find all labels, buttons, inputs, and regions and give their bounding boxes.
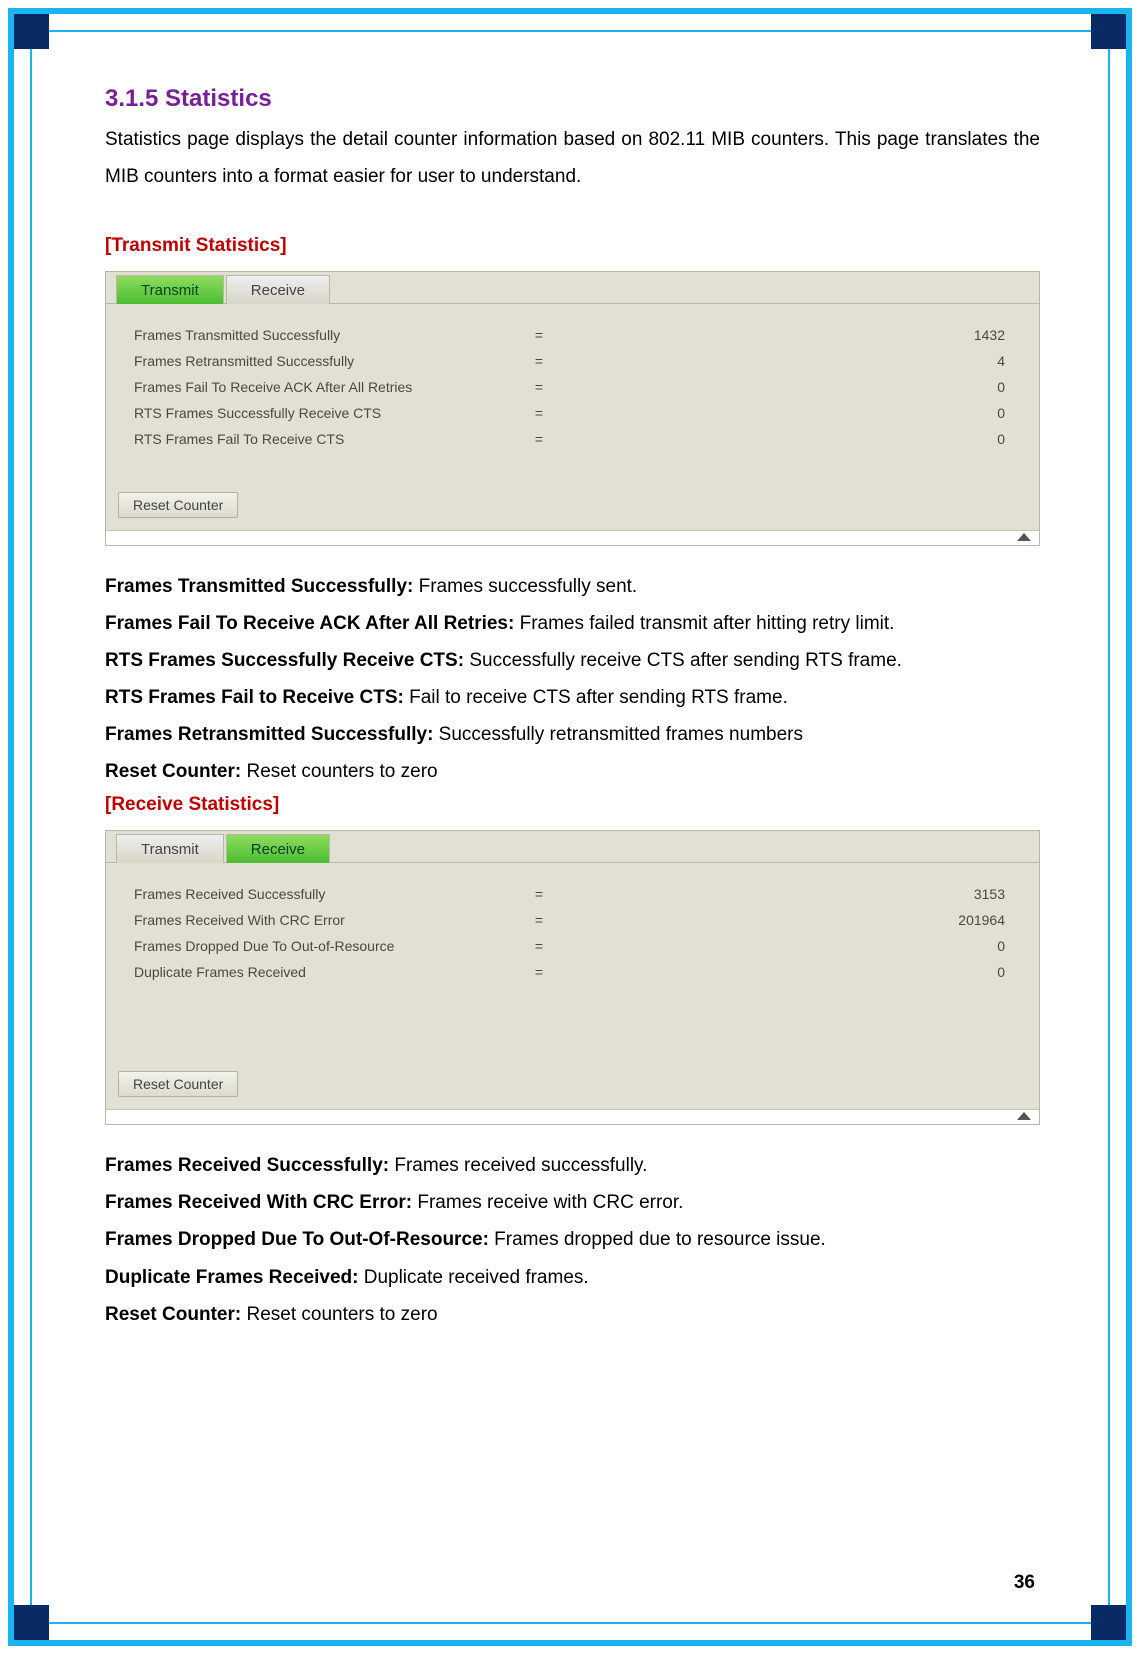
panel-footer	[106, 1109, 1039, 1124]
tab-receive[interactable]: Receive	[226, 275, 330, 304]
equals-sign: =	[524, 327, 554, 343]
receive-section-label: [Receive Statistics]	[105, 794, 1040, 816]
stat-value: 0	[554, 964, 1011, 980]
description-line: RTS Frames Fail to Receive CTS: Fail to …	[105, 679, 1040, 716]
description-term: Reset Counter:	[105, 1304, 241, 1325]
corner-decor	[1091, 1605, 1126, 1640]
stat-row: Frames Retransmitted Successfully=4	[134, 348, 1011, 374]
description-text: Frames received successfully.	[389, 1155, 647, 1176]
stat-label: Frames Received With CRC Error	[134, 912, 524, 928]
stats-tabs: Transmit Receive	[106, 831, 1039, 863]
stat-value: 3153	[554, 886, 1011, 902]
tab-transmit[interactable]: Transmit	[116, 275, 224, 304]
description-line: Reset Counter: Reset counters to zero	[105, 1296, 1040, 1333]
section-heading: 3.1.5 Statistics	[105, 85, 1040, 113]
description-term: Frames Received With CRC Error:	[105, 1192, 412, 1213]
description-line: Frames Received With CRC Error: Frames r…	[105, 1184, 1040, 1221]
stats-tabs: Transmit Receive	[106, 272, 1039, 304]
stat-row: Frames Transmitted Successfully=1432	[134, 322, 1011, 348]
stat-label: RTS Frames Fail To Receive CTS	[134, 431, 524, 447]
description-term: Frames Dropped Due To Out-Of-Resource:	[105, 1229, 489, 1250]
description-text: Frames dropped due to resource issue.	[489, 1229, 826, 1250]
stat-value: 0	[554, 379, 1011, 395]
tab-receive[interactable]: Receive	[226, 834, 330, 863]
receive-stats-body: Frames Received Successfully=3153Frames …	[106, 863, 1039, 1071]
stat-row: Duplicate Frames Received=0	[134, 959, 1011, 985]
description-line: Frames Received Successfully: Frames rec…	[105, 1147, 1040, 1184]
description-text: Successfully receive CTS after sending R…	[464, 650, 902, 671]
stat-row: RTS Frames Fail To Receive CTS=0	[134, 426, 1011, 452]
description-text: Reset counters to zero	[241, 761, 437, 782]
tab-transmit[interactable]: Transmit	[116, 834, 224, 863]
transmit-stats-body: Frames Transmitted Successfully=1432Fram…	[106, 304, 1039, 492]
description-text: Duplicate received frames.	[358, 1267, 588, 1288]
description-term: Reset Counter:	[105, 761, 241, 782]
corner-decor	[14, 1605, 49, 1640]
description-text: Frames failed transmit after hitting ret…	[514, 613, 894, 634]
description-line: Frames Transmitted Successfully: Frames …	[105, 568, 1040, 605]
stat-label: Frames Dropped Due To Out-of-Resource	[134, 938, 524, 954]
description-term: Frames Fail To Receive ACK After All Ret…	[105, 613, 514, 634]
stat-value: 4	[554, 353, 1011, 369]
equals-sign: =	[524, 912, 554, 928]
stat-value: 0	[554, 405, 1011, 421]
description-line: Reset Counter: Reset counters to zero	[105, 753, 1040, 790]
equals-sign: =	[524, 353, 554, 369]
stat-label: Frames Transmitted Successfully	[134, 327, 524, 343]
receive-descriptions: Frames Received Successfully: Frames rec…	[105, 1147, 1040, 1332]
description-text: Frames receive with CRC error.	[412, 1192, 683, 1213]
description-line: Frames Fail To Receive ACK After All Ret…	[105, 605, 1040, 642]
description-term: Frames Retransmitted Successfully:	[105, 724, 433, 745]
transmit-section-label: [Transmit Statistics]	[105, 235, 1040, 257]
transmit-descriptions: Frames Transmitted Successfully: Frames …	[105, 568, 1040, 790]
transmit-stats-panel: Transmit Receive Frames Transmitted Succ…	[105, 271, 1040, 546]
reset-counter-button[interactable]: Reset Counter	[118, 1071, 238, 1097]
equals-sign: =	[524, 431, 554, 447]
stat-row: Frames Received Successfully=3153	[134, 881, 1011, 907]
collapse-icon[interactable]	[1017, 533, 1031, 541]
stat-row: Frames Received With CRC Error=201964	[134, 907, 1011, 933]
description-text: Frames successfully sent.	[413, 576, 637, 597]
description-term: Frames Transmitted Successfully:	[105, 576, 413, 597]
equals-sign: =	[524, 379, 554, 395]
stat-row: RTS Frames Successfully Receive CTS=0	[134, 400, 1011, 426]
description-term: RTS Frames Successfully Receive CTS:	[105, 650, 464, 671]
stat-value: 1432	[554, 327, 1011, 343]
stat-row: Frames Fail To Receive ACK After All Ret…	[134, 374, 1011, 400]
stat-row: Frames Dropped Due To Out-of-Resource=0	[134, 933, 1011, 959]
description-term: Frames Received Successfully:	[105, 1155, 389, 1176]
stat-value: 0	[554, 431, 1011, 447]
description-line: Duplicate Frames Received: Duplicate rec…	[105, 1259, 1040, 1296]
intro-paragraph: Statistics page displays the detail coun…	[105, 121, 1040, 195]
receive-stats-panel: Transmit Receive Frames Received Success…	[105, 830, 1040, 1125]
stat-label: Frames Received Successfully	[134, 886, 524, 902]
panel-footer	[106, 530, 1039, 545]
stat-label: Duplicate Frames Received	[134, 964, 524, 980]
equals-sign: =	[524, 964, 554, 980]
description-text: Reset counters to zero	[241, 1304, 437, 1325]
description-line: RTS Frames Successfully Receive CTS: Suc…	[105, 642, 1040, 679]
description-text: Successfully retransmitted frames number…	[433, 724, 803, 745]
description-line: Frames Dropped Due To Out-Of-Resource: F…	[105, 1221, 1040, 1258]
stat-label: Frames Fail To Receive ACK After All Ret…	[134, 379, 524, 395]
stat-label: Frames Retransmitted Successfully	[134, 353, 524, 369]
stat-value: 201964	[554, 912, 1011, 928]
description-line: Frames Retransmitted Successfully: Succe…	[105, 716, 1040, 753]
description-term: Duplicate Frames Received:	[105, 1267, 358, 1288]
collapse-icon[interactable]	[1017, 1112, 1031, 1120]
description-text: Fail to receive CTS after sending RTS fr…	[404, 687, 788, 708]
equals-sign: =	[524, 938, 554, 954]
stat-label: RTS Frames Successfully Receive CTS	[134, 405, 524, 421]
reset-counter-button[interactable]: Reset Counter	[118, 492, 238, 518]
equals-sign: =	[524, 405, 554, 421]
page-number: 36	[1014, 1572, 1035, 1594]
description-term: RTS Frames Fail to Receive CTS:	[105, 687, 404, 708]
equals-sign: =	[524, 886, 554, 902]
stat-value: 0	[554, 938, 1011, 954]
